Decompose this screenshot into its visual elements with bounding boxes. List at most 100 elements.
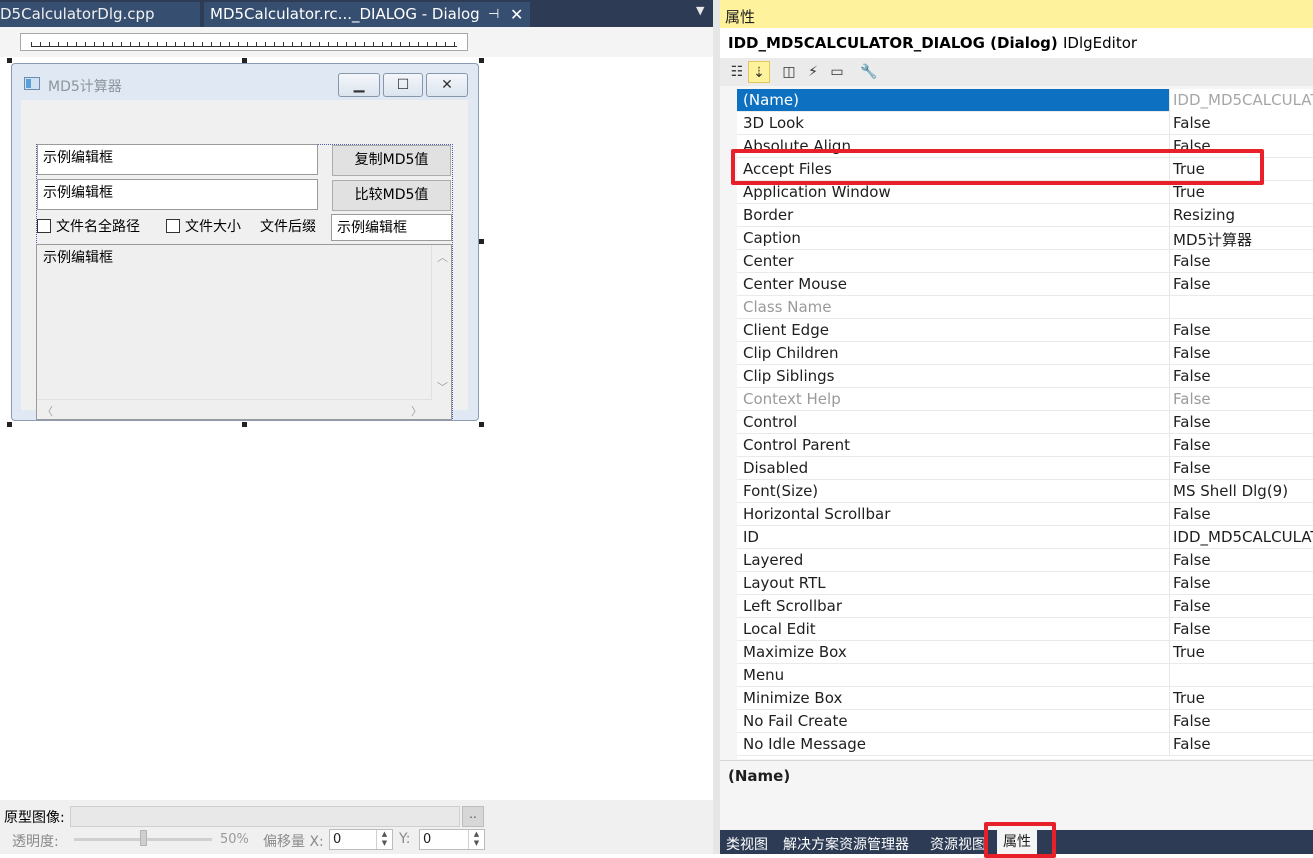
property-value[interactable]: False	[1173, 459, 1211, 477]
property-row[interactable]: Control False	[737, 411, 1313, 434]
pane-splitter[interactable]	[713, 0, 720, 854]
property-value[interactable]: False	[1173, 436, 1211, 454]
property-row[interactable]: (Name) IDD_MD5CALCULAT	[737, 89, 1313, 112]
browse-button[interactable]: ..	[462, 806, 484, 827]
vertical-scrollbar[interactable]: ︿ ﹀	[431, 245, 451, 400]
property-row[interactable]: Local Edit False	[737, 618, 1313, 641]
tab-dialog-resource[interactable]: MD5Calculator.rc..._DIALOG - Dialog ⊣ ✕	[204, 2, 530, 27]
property-value[interactable]: False	[1173, 321, 1211, 339]
suffix-edit[interactable]: 示例编辑框	[331, 214, 452, 241]
property-value[interactable]: True	[1173, 689, 1205, 707]
property-row[interactable]: Layout RTL False	[737, 572, 1313, 595]
filesize-checkbox[interactable]: 文件大小	[166, 216, 241, 236]
property-value[interactable]: False	[1173, 413, 1211, 431]
minimize-icon[interactable]: ▁	[338, 73, 380, 97]
tab-calculator-dlg-cpp[interactable]: D5CalculatorDlg.cpp	[0, 2, 200, 27]
offset-y-input[interactable]: 0 ▲ ▼	[419, 829, 485, 850]
property-value[interactable]: False	[1173, 597, 1211, 615]
property-row[interactable]: Layered False	[737, 549, 1313, 572]
scroll-right-icon[interactable]: 〉	[411, 403, 422, 419]
md5-edit-2[interactable]: 示例编辑框	[37, 179, 318, 210]
wrench-icon[interactable]: 🔧	[858, 61, 880, 83]
property-row[interactable]: Client Edge False	[737, 319, 1313, 342]
property-value[interactable]: False	[1173, 712, 1211, 730]
property-value[interactable]: False	[1173, 275, 1211, 293]
compare-md5-button[interactable]: 比较MD5值	[332, 180, 451, 211]
property-row[interactable]: ID IDD_MD5CALCULAT	[737, 526, 1313, 549]
property-value[interactable]: False	[1173, 390, 1211, 408]
property-value[interactable]: Resizing	[1173, 206, 1235, 224]
offset-x-input[interactable]: 0 ▲ ▼	[329, 829, 393, 850]
property-value[interactable]: IDD_MD5CALCULAT	[1173, 91, 1313, 109]
object-selector[interactable]: IDD_MD5CALCULATOR_DIALOG (Dialog) IDlgEd…	[720, 28, 1313, 58]
pin-icon[interactable]: ⊣	[488, 2, 499, 27]
property-row[interactable]: Border Resizing	[737, 204, 1313, 227]
messages-icon[interactable]: ▭	[826, 61, 848, 83]
property-value[interactable]: False	[1173, 551, 1211, 569]
property-row[interactable]: Menu	[737, 664, 1313, 687]
property-row[interactable]: Left Scrollbar False	[737, 595, 1313, 618]
resize-handle[interactable]	[479, 239, 484, 244]
properties-icon[interactable]: ◫	[778, 61, 800, 83]
property-row[interactable]: 3D Look False	[737, 112, 1313, 135]
close-icon[interactable]: ✕	[510, 2, 523, 27]
scroll-left-icon[interactable]: 〈	[42, 403, 53, 419]
tab-dropdown-icon[interactable]: ▼	[696, 4, 704, 17]
md5-edit-1[interactable]: 示例编辑框	[37, 144, 318, 175]
resize-handle[interactable]	[7, 422, 12, 427]
property-value[interactable]: True	[1173, 183, 1205, 201]
prototype-image-field[interactable]	[70, 806, 460, 827]
property-row[interactable]: Horizontal Scrollbar False	[737, 503, 1313, 526]
property-value[interactable]: IDD_MD5CALCULAT	[1173, 528, 1313, 546]
close-icon[interactable]: ✕	[426, 73, 468, 97]
maximize-icon[interactable]: ☐	[383, 73, 423, 97]
events-icon[interactable]: ⚡	[802, 61, 824, 83]
property-value[interactable]: False	[1173, 114, 1211, 132]
opacity-slider-thumb[interactable]	[140, 830, 147, 846]
property-value[interactable]: False	[1173, 252, 1211, 270]
property-row[interactable]: Control Parent False	[737, 434, 1313, 457]
fullpath-checkbox[interactable]: 文件名全路径	[37, 216, 140, 236]
property-row[interactable]: Clip Children False	[737, 342, 1313, 365]
property-value[interactable]: False	[1173, 344, 1211, 362]
property-row[interactable]: Font(Size) MS Shell Dlg(9)	[737, 480, 1313, 503]
property-row[interactable]: Minimize Box True	[737, 687, 1313, 710]
property-row[interactable]: Disabled False	[737, 457, 1313, 480]
spin-arrows-icon[interactable]: ▲ ▼	[468, 830, 484, 849]
checkbox-box[interactable]	[166, 219, 180, 233]
property-row[interactable]: Context Help False	[737, 388, 1313, 411]
scroll-up-icon[interactable]: ︿	[437, 249, 448, 265]
property-value[interactable]: False	[1173, 505, 1211, 523]
categorized-icon[interactable]: ☷	[726, 61, 748, 83]
resize-handle[interactable]	[479, 58, 484, 63]
resize-handle[interactable]	[479, 422, 484, 427]
dialog-preview[interactable]: MD5计算器 ▁ ☐ ✕ 示例编辑框 示例编辑框 复制MD5值 比较MD5值 文…	[11, 63, 479, 421]
horizontal-scrollbar[interactable]: 〈 〉	[37, 399, 431, 419]
property-row[interactable]: Class Name	[737, 296, 1313, 319]
property-row[interactable]: Caption MD5计算器	[737, 227, 1313, 250]
scroll-down-icon[interactable]: ﹀	[437, 379, 448, 395]
property-value[interactable]: True	[1173, 643, 1205, 661]
property-row[interactable]: Center Mouse False	[737, 273, 1313, 296]
property-row[interactable]: Clip Siblings False	[737, 365, 1313, 388]
tab-class-view[interactable]: 类视图	[726, 834, 768, 854]
output-memo[interactable]: 示例编辑框 ︿ ﹀ 〈 〉	[36, 244, 452, 420]
tab-resource-view[interactable]: 资源视图	[930, 834, 986, 854]
tab-solution-explorer[interactable]: 解决方案资源管理器	[783, 834, 909, 854]
property-value[interactable]: MS Shell Dlg(9)	[1173, 482, 1288, 500]
property-value[interactable]: False	[1173, 367, 1211, 385]
checkbox-box[interactable]	[37, 219, 51, 233]
property-value[interactable]: False	[1173, 574, 1211, 592]
property-row[interactable]: No Idle Message False	[737, 733, 1313, 756]
copy-md5-button[interactable]: 复制MD5值	[332, 145, 451, 176]
property-value[interactable]: MD5计算器	[1173, 229, 1252, 250]
resize-handle[interactable]	[242, 422, 247, 427]
property-value[interactable]: False	[1173, 620, 1211, 638]
alphabetical-icon[interactable]: ⇣	[748, 61, 770, 83]
property-row[interactable]: No Fail Create False	[737, 710, 1313, 733]
property-row[interactable]: Maximize Box True	[737, 641, 1313, 664]
resize-handle[interactable]	[7, 58, 12, 63]
property-value[interactable]: False	[1173, 735, 1211, 753]
property-row[interactable]: Center False	[737, 250, 1313, 273]
spin-arrows-icon[interactable]: ▲ ▼	[376, 830, 392, 849]
